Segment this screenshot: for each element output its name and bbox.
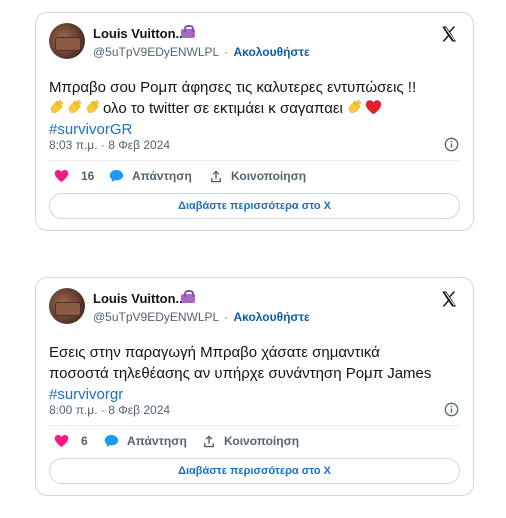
separator: ·	[224, 45, 229, 59]
avatar[interactable]	[49, 23, 85, 59]
author-handle[interactable]: @5uTpV9EDyENWLPL	[93, 45, 219, 59]
share-label: Κοινοποίηση	[224, 434, 300, 448]
share-label: Κοινοποίηση	[231, 169, 307, 183]
clapping-hands-emoji-group	[49, 100, 103, 117]
x-logo-icon[interactable]	[440, 290, 458, 308]
divider	[49, 425, 460, 426]
author-name[interactable]: Louis Vuitton...	[93, 26, 186, 41]
tweet-text-line: ολο το twitter σε εκτιμάει κ σαγαπαει	[103, 100, 343, 117]
like-button[interactable]: 16	[54, 169, 94, 183]
like-button[interactable]: 6	[54, 434, 88, 448]
hashtag-link[interactable]: #survivorGR	[49, 121, 132, 138]
like-count: 16	[81, 169, 95, 183]
follow-button[interactable]: Ακολουθήστε	[233, 45, 309, 59]
share-upload-icon	[204, 435, 214, 448]
tweet-text: Μπραβο σου Ρομπ άφησες τις καλυτερες εντ…	[49, 77, 469, 140]
author-handle-row: @5uTpV9EDyENWLPL · Ακολουθήστε	[93, 45, 310, 59]
reply-bubble-icon	[109, 170, 124, 182]
tweet-timestamp[interactable]: 8:00 π.μ. · 8 Φεβ 2024	[49, 403, 170, 417]
read-more-button[interactable]: Διαβάστε περισσότερα στο X	[49, 193, 460, 219]
tweet-card[interactable]: Louis Vuitton... @5uTpV9EDyENWLPL · Ακολ…	[35, 12, 474, 231]
reply-button[interactable]: Απάντηση	[109, 169, 192, 183]
reply-button[interactable]: Απάντηση	[104, 434, 187, 448]
author-name[interactable]: Louis Vuitton...	[93, 291, 186, 306]
read-more-button[interactable]: Διαβάστε περισσότερα στο X	[49, 458, 460, 484]
heart-icon	[54, 435, 69, 447]
share-button[interactable]: Κοινοποίηση	[209, 169, 306, 183]
follow-button[interactable]: Ακολουθήστε	[233, 310, 309, 324]
red-heart-emoji	[365, 100, 382, 115]
author-handle-row: @5uTpV9EDyENWLPL · Ακολουθήστε	[93, 310, 310, 324]
clapping-hands-emoji	[349, 100, 362, 113]
x-logo-icon[interactable]	[440, 25, 458, 43]
tweet-text-line: Εσεις στην παραγωγή Μπραβο χάσατε σημαντ…	[49, 344, 380, 361]
handbag-emoji	[181, 290, 195, 303]
hashtag-link[interactable]: #survivorgr	[49, 386, 123, 403]
handbag-emoji	[181, 25, 195, 38]
reply-bubble-icon	[104, 435, 119, 447]
separator: ·	[224, 310, 229, 324]
info-icon[interactable]	[444, 402, 459, 417]
heart-icon	[54, 170, 69, 182]
tweet-card[interactable]: Louis Vuitton... @5uTpV9EDyENWLPL · Ακολ…	[35, 277, 474, 496]
share-upload-icon	[211, 170, 221, 183]
divider	[49, 160, 460, 161]
share-button[interactable]: Κοινοποίηση	[202, 434, 299, 448]
reply-label: Απάντηση	[127, 434, 187, 448]
like-count: 6	[81, 434, 88, 448]
reply-label: Απάντηση	[132, 169, 192, 183]
author-handle[interactable]: @5uTpV9EDyENWLPL	[93, 310, 219, 324]
tweet-text: Εσεις στην παραγωγή Μπραβο χάσατε σημαντ…	[49, 342, 469, 405]
tweet-text-line: Μπραβο σου Ρομπ άφησες τις καλυτερες εντ…	[49, 79, 417, 96]
info-icon[interactable]	[444, 137, 459, 152]
avatar[interactable]	[49, 288, 85, 324]
tweet-timestamp[interactable]: 8:03 π.μ. · 8 Φεβ 2024	[49, 138, 170, 152]
tweet-text-line: ποσοστά τηλεθέασης αν υπήρχε συνάντηση Ρ…	[49, 365, 432, 382]
